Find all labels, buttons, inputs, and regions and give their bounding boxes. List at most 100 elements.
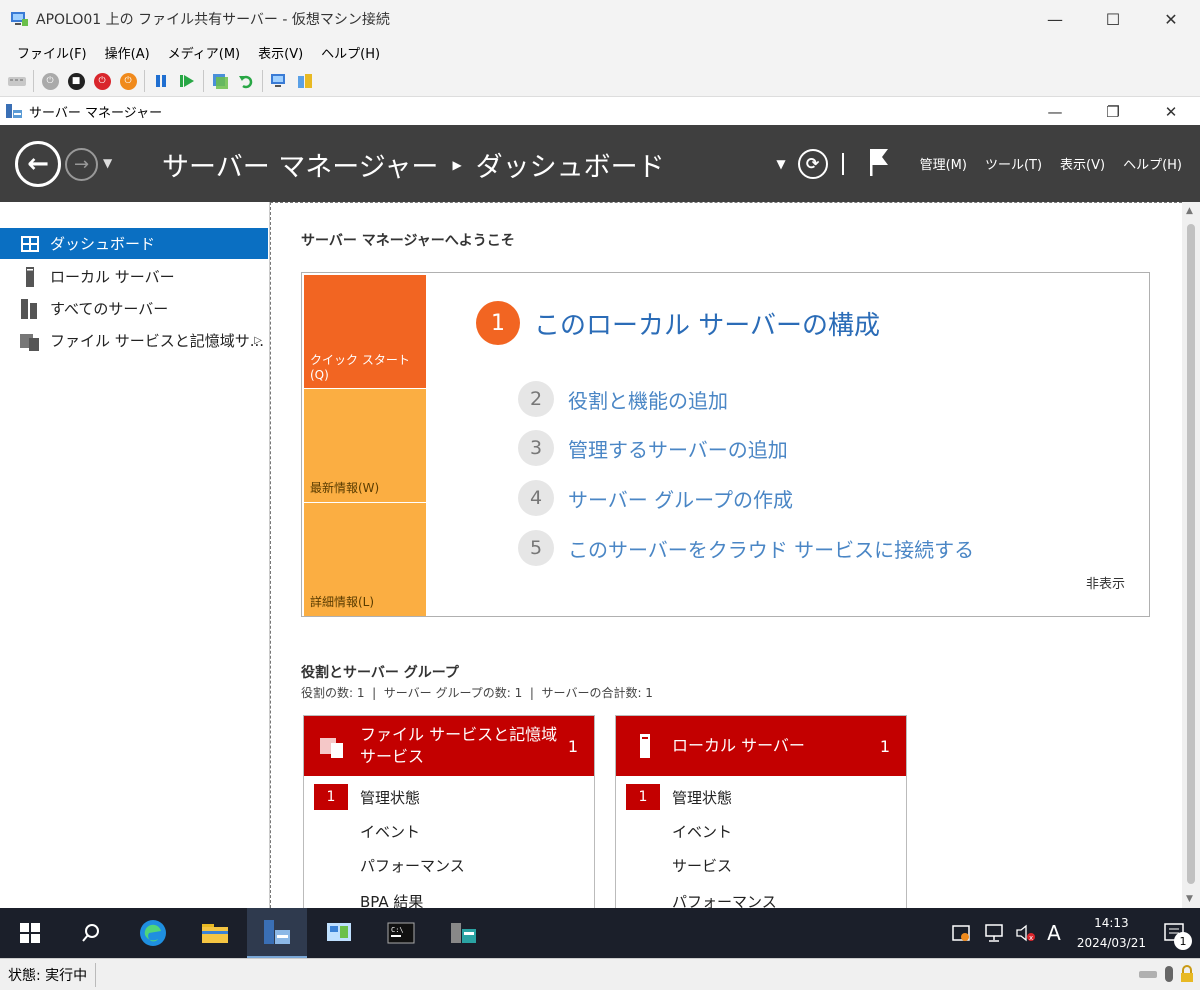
- expand-arrow-icon[interactable]: ▷: [254, 335, 262, 346]
- sidebar-item-dashboard[interactable]: ダッシュボード: [0, 228, 268, 259]
- card-row-performance[interactable]: パフォーマンス: [304, 850, 594, 880]
- command-prompt-button[interactable]: C:\: [371, 908, 431, 958]
- sidebar-item-label: ファイル サービスと記憶域サ...: [50, 332, 265, 350]
- tile-learn-more[interactable]: 詳細情報(L): [304, 503, 426, 616]
- card-row-performance[interactable]: パフォーマンス: [616, 886, 906, 909]
- sidebar-item-file-services[interactable]: ファイル サービスと記憶域サ... ▷: [0, 325, 268, 356]
- close-button[interactable]: ✕: [1142, 0, 1200, 38]
- server-manager-icon: [264, 920, 290, 944]
- alert-badge: 1: [314, 784, 348, 810]
- hyper-v-button[interactable]: [433, 908, 493, 958]
- menu-tools[interactable]: ツール(T): [985, 154, 1042, 173]
- sidebar-item-local-server[interactable]: ローカル サーバー: [0, 261, 268, 292]
- tile-quick-start[interactable]: クイック スタート(Q): [304, 275, 426, 388]
- control-panel-button[interactable]: [309, 908, 369, 958]
- menu-action[interactable]: 操作(A): [96, 43, 159, 62]
- header-divider: [841, 152, 844, 175]
- share-icon[interactable]: [294, 70, 316, 92]
- step-add-servers[interactable]: 3 管理するサーバーの追加: [518, 430, 788, 466]
- lock-icon: [1180, 965, 1194, 983]
- step-add-roles[interactable]: 2 役割と機能の追加: [518, 381, 728, 417]
- card-header[interactable]: ローカル サーバー 1: [616, 716, 906, 776]
- checkpoint-icon[interactable]: [209, 70, 231, 92]
- search-button[interactable]: [61, 908, 121, 958]
- card-row-events[interactable]: イベント: [304, 816, 594, 846]
- network-icon[interactable]: [983, 923, 1005, 943]
- start-button[interactable]: [0, 908, 60, 958]
- card-count: 1: [567, 736, 578, 756]
- scroll-up-icon[interactable]: ▲: [1186, 206, 1193, 216]
- file-explorer-button[interactable]: [185, 908, 245, 958]
- start-icon[interactable]: ⏻: [39, 70, 61, 92]
- menu-help[interactable]: ヘルプ(H): [312, 43, 389, 62]
- server-manager-title: サーバー マネージャー: [29, 105, 163, 121]
- sm-minimize-button[interactable]: —: [1026, 97, 1084, 126]
- toolbar-separator: [33, 70, 34, 92]
- card-row-services[interactable]: サービス: [616, 850, 906, 880]
- menu-media[interactable]: メディア(M): [159, 43, 249, 62]
- menu-view[interactable]: 表示(V): [249, 43, 312, 62]
- step-link[interactable]: このローカル サーバーの構成: [534, 305, 880, 342]
- revert-icon[interactable]: [235, 70, 257, 92]
- history-dropdown-icon[interactable]: ▼: [103, 156, 112, 170]
- hyper-v-icon: [451, 923, 476, 943]
- roles-summary: 役割の数: 1 | サーバー グループの数: 1 | サーバーの合計数: 1: [301, 686, 653, 700]
- card-row-manageability[interactable]: 1 管理状態: [304, 782, 594, 812]
- scrollbar-thumb[interactable]: [1187, 224, 1195, 884]
- shut-down-icon[interactable]: ⏻: [91, 70, 113, 92]
- dashboard-icon: [20, 234, 40, 254]
- vertical-scrollbar[interactable]: ▲ ▼: [1182, 202, 1200, 908]
- card-row-events[interactable]: イベント: [616, 816, 906, 846]
- step-link[interactable]: サーバー グループの作成: [568, 484, 793, 513]
- menu-help-sm[interactable]: ヘルプ(H): [1123, 154, 1182, 173]
- forward-arrow-icon[interactable]: →: [65, 148, 98, 181]
- turn-off-icon[interactable]: ■: [65, 70, 87, 92]
- card-row-manageability[interactable]: 1 管理状態: [616, 782, 906, 812]
- search-icon: [82, 924, 99, 942]
- scroll-down-icon[interactable]: ▼: [1186, 894, 1193, 904]
- step-link[interactable]: 管理するサーバーの追加: [568, 434, 788, 463]
- notification-flag-icon[interactable]: [868, 147, 890, 181]
- step-create-group[interactable]: 4 サーバー グループの作成: [518, 480, 793, 516]
- security-icon[interactable]: [951, 923, 973, 943]
- edge-button[interactable]: [123, 908, 183, 958]
- keyboard-icon: [1138, 968, 1158, 980]
- maximize-button[interactable]: ☐: [1084, 0, 1142, 38]
- step-number: 1: [476, 301, 520, 345]
- tile-whats-new[interactable]: 最新情報(W): [304, 389, 426, 502]
- menu-view-sm[interactable]: 表示(V): [1060, 154, 1105, 173]
- save-state-icon[interactable]: ⏻: [117, 70, 139, 92]
- vm-statusbar: 状態: 実行中: [0, 958, 1200, 990]
- card-header[interactable]: ファイル サービスと記憶域 サービス 1: [304, 716, 594, 776]
- step-link[interactable]: このサーバーをクラウド サービスに接続する: [568, 534, 974, 563]
- step-link[interactable]: 役割と機能の追加: [568, 385, 728, 414]
- windows-icon: [20, 923, 40, 943]
- sm-restore-button[interactable]: ❐: [1084, 97, 1142, 126]
- step-configure-local-server[interactable]: 1 このローカル サーバーの構成: [476, 301, 880, 345]
- sidebar-item-all-servers[interactable]: すべてのサーバー: [0, 293, 268, 324]
- sm-close-button[interactable]: ✕: [1142, 97, 1200, 126]
- sidebar-item-label: ローカル サーバー: [50, 268, 175, 286]
- server-manager-icon: [5, 102, 23, 120]
- step-connect-cloud[interactable]: 5 このサーバーをクラウド サービスに接続する: [518, 530, 974, 566]
- minimize-button[interactable]: —: [1026, 0, 1084, 38]
- role-card-local-server: ローカル サーバー 1 1 管理状態 イベント サービス パフォーマンス: [615, 715, 907, 908]
- volume-muted-icon[interactable]: x: [1015, 923, 1037, 943]
- enhanced-session-icon[interactable]: [268, 70, 290, 92]
- menu-file[interactable]: ファイル(F): [8, 43, 96, 62]
- resume-icon[interactable]: [176, 70, 198, 92]
- ime-indicator[interactable]: A: [1047, 921, 1061, 945]
- dropdown-icon[interactable]: ▼: [776, 157, 785, 171]
- hide-link[interactable]: 非表示: [1086, 573, 1125, 592]
- file-services-icon: [318, 734, 348, 758]
- back-arrow-icon[interactable]: ←: [15, 141, 61, 187]
- ctrl-alt-del-icon[interactable]: [6, 70, 28, 92]
- refresh-icon[interactable]: ⟳: [797, 148, 828, 179]
- menu-manage[interactable]: 管理(M): [920, 154, 967, 173]
- svg-text:C:\: C:\: [391, 926, 404, 934]
- notification-icon[interactable]: 1: [1164, 922, 1192, 950]
- clock[interactable]: 14:13 2024/03/21: [1077, 913, 1146, 953]
- pause-icon[interactable]: [150, 70, 172, 92]
- card-row-bpa[interactable]: BPA 結果: [304, 886, 594, 909]
- server-manager-taskbar-button[interactable]: [247, 908, 307, 958]
